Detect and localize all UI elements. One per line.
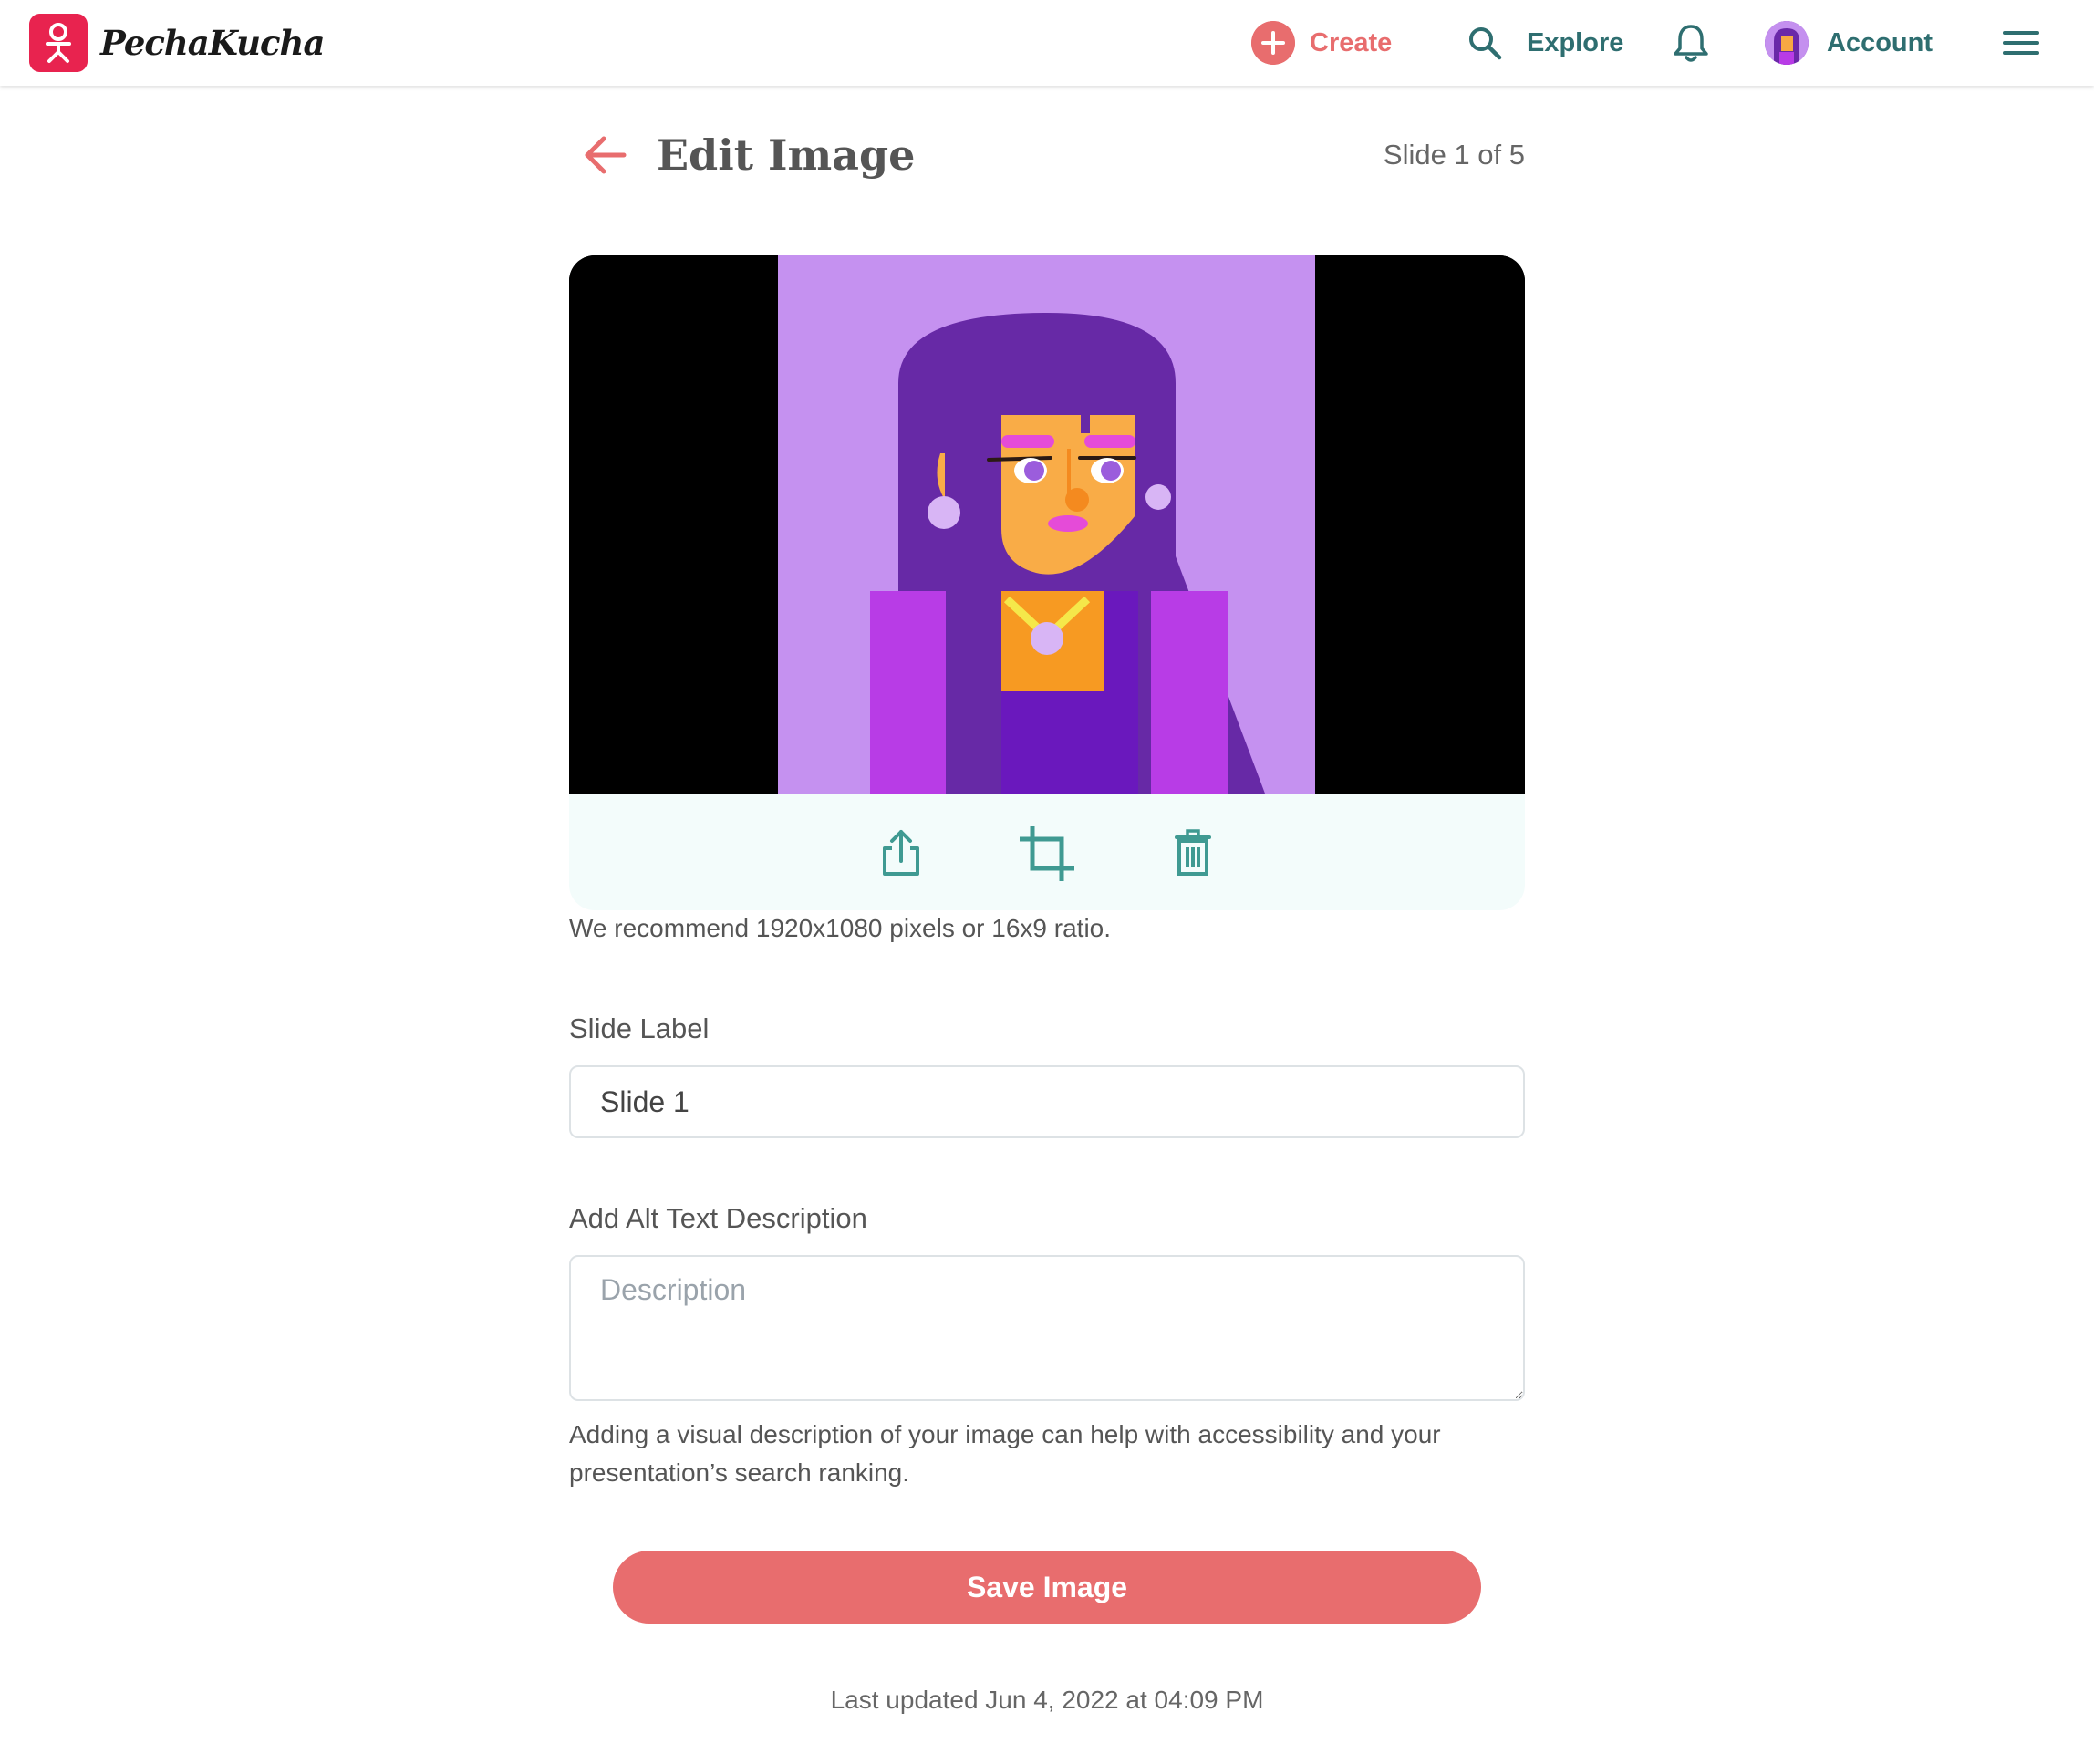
delete-image-button[interactable] [1166, 826, 1220, 881]
slide-label-heading: Slide Label [569, 1012, 710, 1044]
image-recommendation-text: We recommend 1920x1080 pixels or 16x9 ra… [569, 914, 1112, 942]
explore-label: Explore [1527, 27, 1624, 57]
explore-button[interactable]: Explore [1467, 18, 1623, 67]
page-title: Edit Image [657, 130, 916, 180]
arrow-left-icon [585, 136, 627, 174]
trash-icon [1175, 829, 1211, 876]
upload-share-icon [883, 830, 919, 876]
create-label: Create [1310, 27, 1393, 57]
account-label: Account [1827, 27, 1933, 57]
last-updated-text: Last updated Jun 4, 2022 at 04:09 PM [830, 1686, 1264, 1714]
alt-text-heading: Add Alt Text Description [569, 1202, 867, 1234]
menu-button[interactable] [2003, 18, 2039, 67]
page-header: Edit Image Slide 1 of 5 [569, 128, 1525, 182]
create-button[interactable]: Create [1251, 18, 1392, 67]
pechakucha-logo[interactable]: PechaKucha [29, 14, 325, 72]
portrait-illustration [569, 255, 1525, 794]
crop-icon [1019, 825, 1075, 882]
account-button[interactable]: Account [1765, 18, 1933, 67]
search-icon [1469, 27, 1502, 60]
back-button[interactable] [582, 133, 627, 177]
pechakucha-logo-icon [29, 14, 88, 72]
slide-counter: Slide 1 of 5 [1383, 139, 1525, 171]
plus-icon [1251, 21, 1295, 65]
app-name: PechaKucha [100, 23, 325, 63]
slide-label-input[interactable] [569, 1065, 1525, 1138]
slide-image-preview [569, 255, 1525, 794]
bell-icon [1674, 25, 1708, 62]
notifications-button[interactable] [1673, 18, 1709, 67]
alt-text-description-input[interactable] [569, 1255, 1525, 1401]
image-editor-card [569, 255, 1525, 910]
save-image-button[interactable]: Save Image [613, 1551, 1481, 1624]
image-tools-bar [569, 794, 1525, 910]
avatar [1765, 21, 1809, 65]
replace-image-button[interactable] [874, 826, 928, 881]
alt-text-help-text: Adding a visual description of your imag… [569, 1420, 1441, 1487]
top-navigation-bar: PechaKucha Create Explore Account [0, 0, 2094, 86]
hamburger-menu-icon [2003, 31, 2039, 55]
crop-button[interactable] [1019, 825, 1075, 882]
